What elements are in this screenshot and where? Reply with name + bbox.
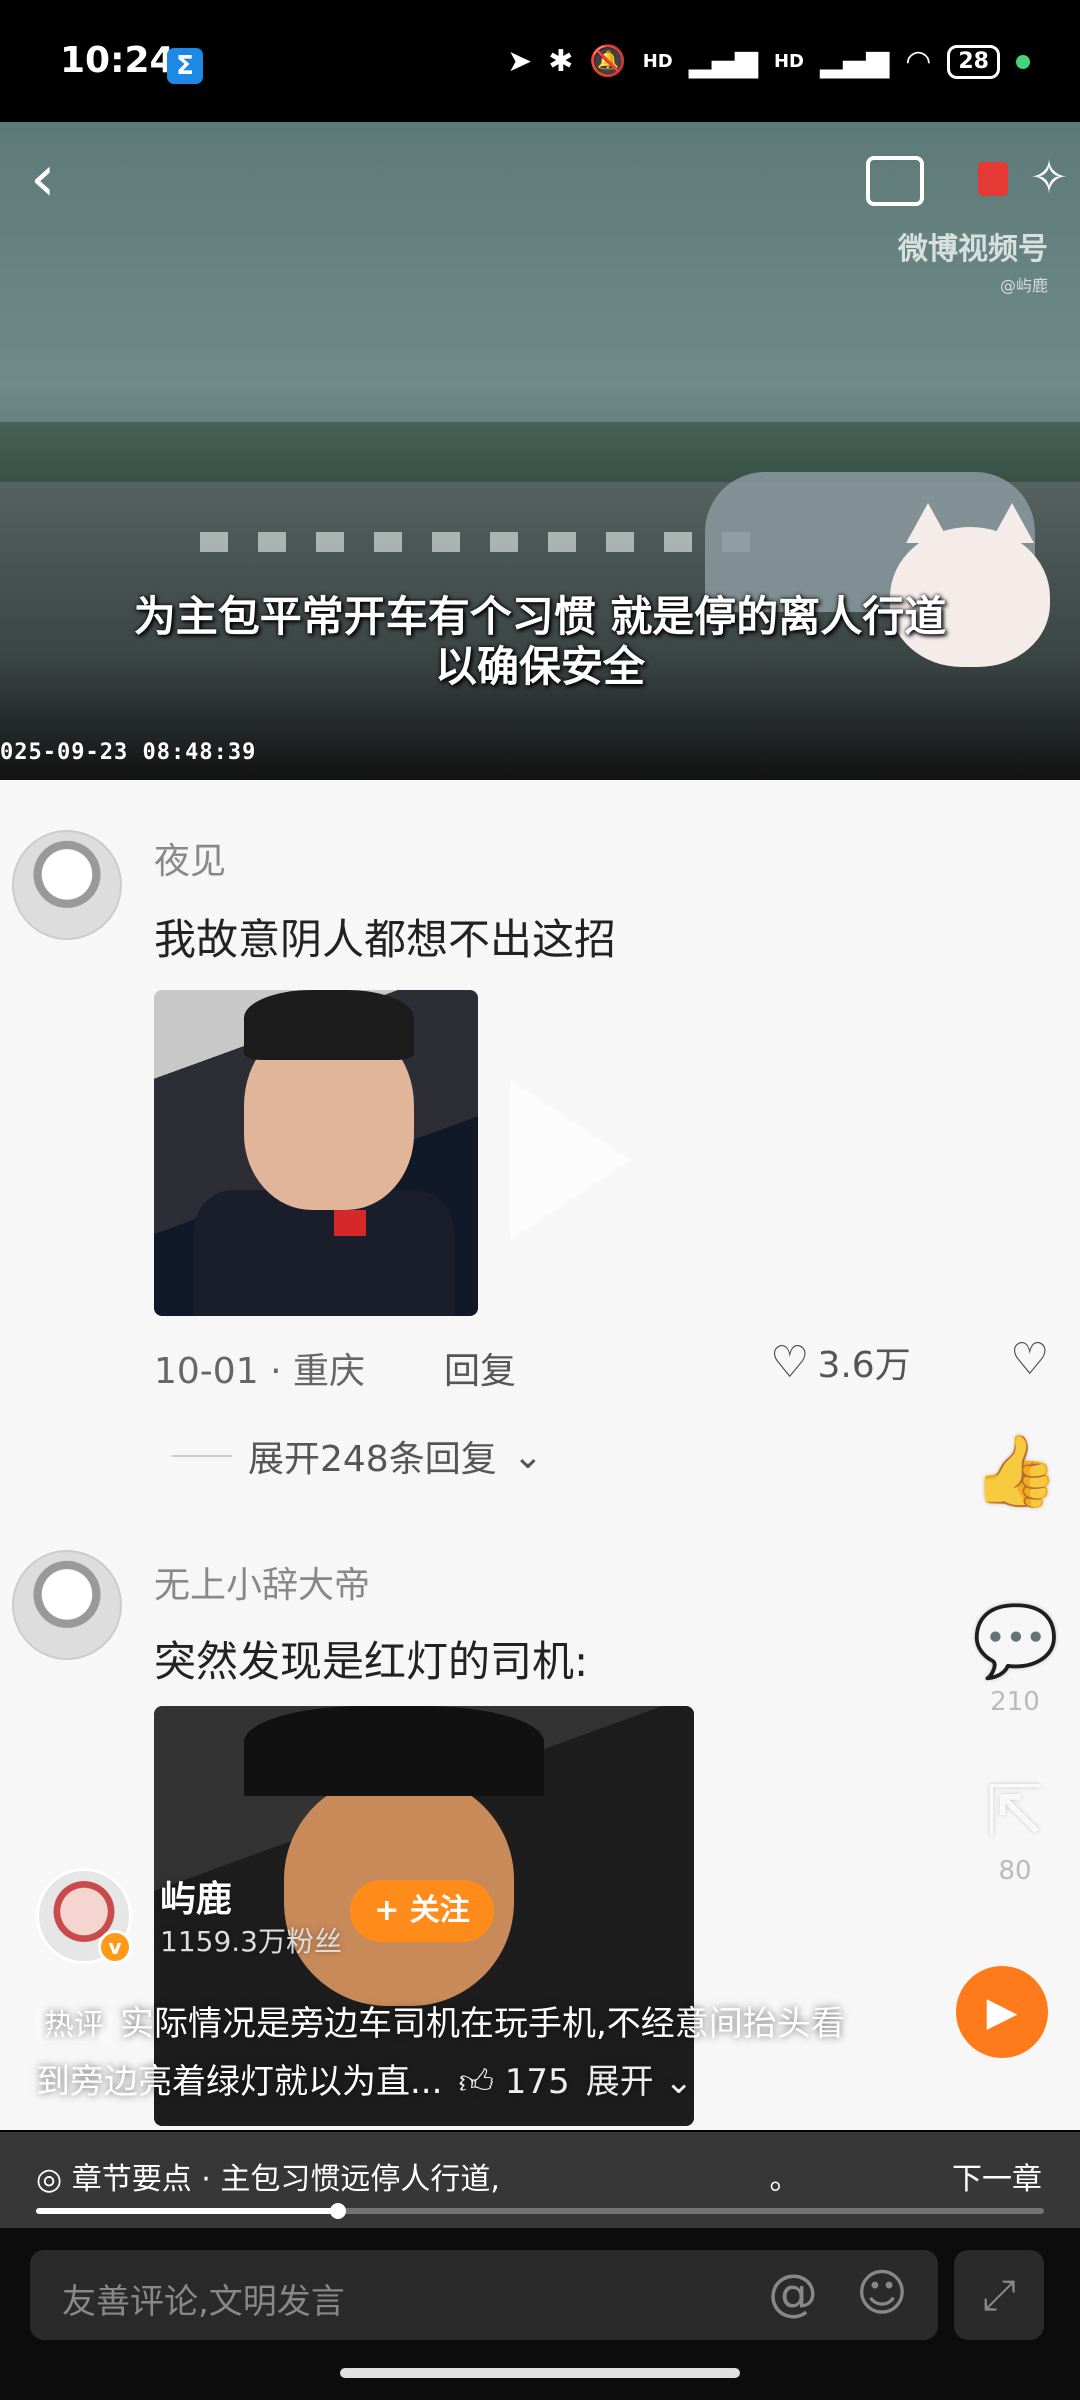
image-flag [334, 1210, 366, 1236]
like-count: 3.6万 [817, 1345, 911, 1386]
bluetooth-icon: ✱ [548, 44, 574, 79]
signal-icon-2: ▂▄▆ [819, 44, 890, 79]
comment-input[interactable]: 友善评论,文明发言 @ ☺ [30, 2250, 938, 2340]
progress-fill [36, 2208, 339, 2214]
avatar[interactable] [12, 1550, 122, 1660]
subtitle-line-1: 为主包平常开车有个习惯 就是停的离人行道 [133, 592, 947, 641]
verified-badge-icon: v [98, 1930, 132, 1964]
mute-icon: 🔕 [589, 44, 627, 79]
reply-button[interactable]: 回复 [444, 1342, 516, 1394]
image-hair [244, 990, 414, 1060]
hd-label-1: HD [642, 51, 673, 72]
input-placeholder: 友善评论,文明发言 [62, 2282, 345, 2322]
comment-count: 210 [990, 1687, 1040, 1717]
location-icon: ➤ [507, 44, 533, 79]
play-icon [510, 1080, 630, 1240]
video-subtitle: 为主包平常开车有个习惯 就是停的离人行道 以确保安全 [0, 592, 1080, 692]
share-count: 80 [998, 1856, 1032, 1886]
picture-in-picture-icon[interactable] [866, 156, 924, 206]
image-hat [244, 1706, 544, 1796]
ai-search-icon[interactable]: ✧ [1018, 150, 1080, 212]
battery-icon: 28 [947, 44, 1000, 79]
comment-meta: 10-01 · 重庆 [154, 1342, 365, 1394]
hot-expand-label: 展开 [585, 2062, 654, 2102]
subtitle-line-2: 以确保安全 [434, 642, 645, 691]
author-fans: 1159.3万粉丝 [160, 1925, 342, 1958]
video-channel-button[interactable]: ▶ [956, 1966, 1048, 2058]
hot-like-count: 175 [504, 2062, 570, 2102]
video-crosswalk [200, 532, 760, 552]
status-time: 10:24 [60, 40, 175, 81]
comment-rail-button[interactable]: 💬 210 [972, 1600, 1060, 1717]
hd-label-2: HD [773, 51, 804, 72]
fullscreen-input-icon[interactable]: ⤢ [954, 2250, 1044, 2340]
hot-like[interactable]: 👍︎ 175 [458, 2062, 569, 2102]
comment-author[interactable]: 夜见 [154, 832, 226, 884]
signal-icon: ▂▄▆ [688, 44, 758, 79]
video-timestamp: 025-09-23 08:48:39 [0, 740, 257, 765]
divider-line [172, 1455, 232, 1457]
dislike-icon[interactable]: ♡ [1010, 1334, 1049, 1385]
video-progress-bar[interactable] [36, 2203, 1044, 2219]
comment-text: 突然发现是红灯的司机: [154, 1637, 589, 1686]
emoji-icon[interactable]: ☺ [856, 2264, 908, 2322]
watermark: 微博视频号 [898, 232, 1048, 267]
video-player[interactable]: ‹ ✧ 微博视频号 @屿鹿 为主包平常开车有个习惯 就是停的离人行道 以确保安全… [0, 122, 1080, 780]
at-mention-icon[interactable]: @ [768, 2264, 818, 2322]
expand-replies-button[interactable]: 展开248条回复 ⌄ [172, 1430, 543, 1482]
chapter-text: 章节要点 · 主包习惯远停人行道, [71, 2162, 500, 2197]
play-channel-icon: ▶ [986, 1989, 1018, 2035]
status-dot [1016, 54, 1030, 69]
status-icons: ➤ ✱ 🔕 HD ▂▄▆ HD ▂▄▆ ◠ 28 [507, 44, 1030, 79]
like-rail-button[interactable]: 👍 [972, 1430, 1060, 1513]
chapter-dot: 。 [769, 2162, 800, 2197]
follow-button[interactable]: + 关注 [350, 1880, 494, 1942]
hot-comment-text: 实际情况是旁边车司机在玩手机,不经意间抬头看到旁边亮着绿灯就以为直... [36, 2004, 845, 2102]
red-packet-icon[interactable] [978, 162, 1008, 196]
comment-image[interactable] [154, 990, 478, 1316]
comment-author[interactable]: 无上小辞大帝 [154, 1556, 370, 1608]
chapter-icon: ◎ [36, 2162, 63, 2197]
wifi-icon: ◠ [905, 44, 932, 79]
like-button[interactable]: ♡ 3.6万 [770, 1336, 911, 1388]
chevron-down-icon: ⌄ [512, 1435, 543, 1477]
thumbs-up-icon: 👍 [972, 1430, 1060, 1512]
next-chapter-button[interactable]: 下一章 [952, 2154, 1042, 2198]
hot-expand-button[interactable]: 展开 ⌄ [586, 2062, 693, 2102]
share-rail-button[interactable]: ⇱ 80 [972, 1770, 1058, 1886]
chapter-bar[interactable]: ◎ 章节要点 · 主包习惯远停人行道, 。 下一章 [0, 2132, 1080, 2228]
thumbs-up-icon: 👍︎ [458, 2062, 494, 2102]
heart-icon: ♡ [770, 1336, 810, 1388]
hot-tag: 热评 [36, 2008, 112, 2043]
share-icon: ⇱ [985, 1770, 1045, 1852]
comment-text: 我故意阴人都想不出这招 [154, 915, 617, 964]
hot-comment[interactable]: 热评 实际情况是旁边车司机在玩手机,不经意间抬头看到旁边亮着绿灯就以为直... 👍︎… [36, 1996, 856, 2110]
expand-replies-label: 展开248条回复 [248, 1439, 497, 1480]
watermark-user: @屿鹿 [999, 276, 1048, 295]
author-name[interactable]: 屿鹿 [160, 1870, 232, 1922]
avatar[interactable] [12, 830, 122, 940]
back-icon[interactable]: ‹ [30, 142, 56, 216]
comment-date: 10-01 [154, 1351, 259, 1392]
meta-separator: · [270, 1351, 293, 1392]
chapter-summary[interactable]: ◎ 章节要点 · 主包习惯远停人行道, 。 [36, 2154, 799, 2198]
progress-knob[interactable] [330, 2203, 347, 2219]
comment-bubble-icon: 💬 [972, 1600, 1060, 1682]
status-bar: 10:24 Σ ➤ ✱ 🔕 HD ▂▄▆ HD ▂▄▆ ◠ 28 [0, 0, 1080, 122]
comment-location: 重庆 [292, 1351, 365, 1392]
app-notification-icon: Σ [167, 48, 203, 84]
home-indicator[interactable] [340, 2368, 740, 2378]
